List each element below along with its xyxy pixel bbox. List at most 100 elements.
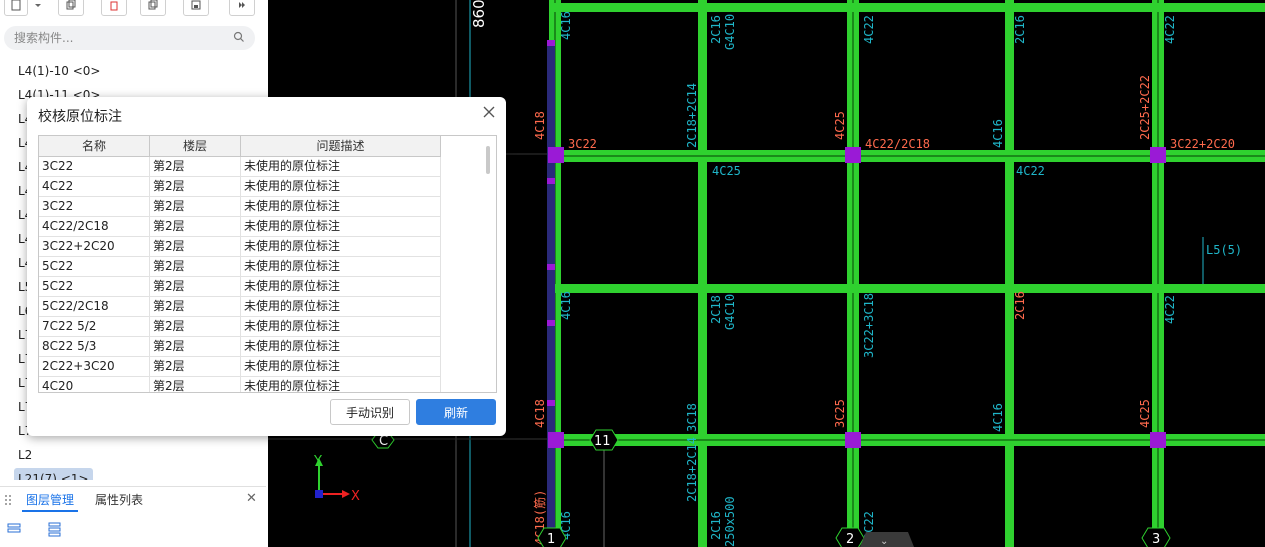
table-row[interactable]: 4C22/2C18 第2层 未使用的原位标注: [39, 217, 441, 237]
grip-icon[interactable]: [4, 494, 12, 506]
column: [548, 147, 564, 163]
beam-label: 2C18+2C14: [685, 83, 699, 148]
wall-marker: [547, 400, 555, 406]
copy-icon[interactable]: [58, 0, 84, 16]
cell-floor: 第2层: [150, 157, 241, 176]
table-header: 名称 楼层 问题描述: [39, 136, 441, 157]
cell-issue: 未使用的原位标注: [241, 157, 441, 176]
list-item[interactable]: L2: [14, 444, 36, 466]
cell-name: 5C22: [39, 277, 150, 296]
column: [1150, 432, 1166, 448]
beam: [698, 0, 707, 547]
beam-label: 4C22: [1163, 295, 1177, 324]
tab-property-list[interactable]: 属性列表: [95, 491, 143, 508]
grid-label: 3: [1152, 532, 1160, 547]
beam-label: 2C25+2C22: [1138, 75, 1152, 140]
beam-label: 4C16: [991, 119, 1005, 148]
table-row[interactable]: 7C22 5/2 第2层 未使用的原位标注: [39, 317, 441, 337]
layer-list-icon[interactable]: [46, 520, 64, 538]
more-icon[interactable]: [229, 0, 255, 16]
beam-label: 4C16: [559, 11, 573, 40]
wall-marker: [547, 320, 555, 326]
table-row[interactable]: 3C22+2C20 第2层 未使用的原位标注: [39, 237, 441, 257]
beam-label: 3C22+2C20: [1170, 137, 1235, 151]
column-header-issue[interactable]: 问题描述: [241, 136, 441, 156]
table-row[interactable]: 3C22 第2层 未使用的原位标注: [39, 157, 441, 177]
beam-label: 4C22/2C18: [865, 137, 930, 151]
cell-floor: 第2层: [150, 317, 241, 336]
beam-label: 2C18+2C14: [685, 437, 699, 502]
cell-name: 7C22 5/2: [39, 317, 150, 336]
cell-issue: 未使用的原位标注: [241, 317, 441, 336]
cell-floor: 第2层: [150, 297, 241, 316]
chevron-down-icon[interactable]: ⌄: [880, 536, 888, 547]
table-row[interactable]: 3C22 第2层 未使用的原位标注: [39, 197, 441, 217]
column-header-name[interactable]: 名称: [39, 136, 150, 156]
axis-gizmo: Y X: [313, 454, 360, 504]
table-row[interactable]: 5C22 第2层 未使用的原位标注: [39, 277, 441, 297]
grid-bubble-3: 3: [1141, 527, 1171, 547]
grid-bubble-2: 2: [835, 527, 865, 547]
beam-label: 2C16: [709, 511, 723, 540]
cell-name: 3C22: [39, 157, 150, 176]
layer-eye-icon[interactable]: [6, 520, 24, 538]
cell-name: 5C22/2C18: [39, 297, 150, 316]
active-tab-indicator: [22, 510, 78, 512]
grid-label: 11: [594, 434, 611, 449]
table-row[interactable]: 5C22 第2层 未使用的原位标注: [39, 257, 441, 277]
table-row[interactable]: 4C20 第2层 未使用的原位标注: [39, 377, 441, 392]
column-header-floor[interactable]: 楼层: [150, 136, 241, 156]
chevron-down-icon[interactable]: [30, 0, 46, 16]
column: [1150, 147, 1166, 163]
cell-issue: 未使用的原位标注: [241, 297, 441, 316]
new-icon[interactable]: [4, 0, 28, 16]
cell-issue: 未使用的原位标注: [241, 257, 441, 276]
close-icon[interactable]: ✕: [246, 491, 257, 506]
duplicate-icon[interactable]: [140, 0, 166, 16]
delete-icon[interactable]: [101, 0, 127, 16]
manual-identify-button[interactable]: 手动识别: [330, 399, 410, 425]
axis-x-label: X: [351, 489, 360, 504]
grid-bubble-11: 11: [589, 429, 619, 451]
cell-floor: 第2层: [150, 177, 241, 196]
cell-issue: 未使用的原位标注: [241, 357, 441, 376]
save-icon[interactable]: [183, 0, 209, 16]
table-row[interactable]: 2C22+3C20 第2层 未使用的原位标注: [39, 357, 441, 377]
beam-label: 4C18: [533, 399, 547, 428]
cell-name: 3C22: [39, 197, 150, 216]
column: [548, 432, 564, 448]
beam: [549, 284, 1265, 293]
beam-label: 4C22: [1163, 15, 1177, 44]
cell-name: 4C20: [39, 377, 150, 392]
cell-floor: 第2层: [150, 337, 241, 356]
grid-label: 1: [547, 532, 555, 547]
tab-layer-management[interactable]: 图层管理: [26, 491, 74, 508]
table-row[interactable]: 8C22 5/3 第2层 未使用的原位标注: [39, 337, 441, 357]
axis-y-label: Y: [313, 454, 322, 469]
beam-label: 2C16: [1013, 15, 1027, 44]
grid-label: C: [379, 434, 388, 449]
beam-label: 2C16: [1013, 291, 1027, 320]
close-icon[interactable]: [482, 105, 496, 119]
beam-label: L5(5): [1206, 243, 1242, 257]
cell-name: 4C22/2C18: [39, 217, 150, 236]
refresh-button[interactable]: 刷新: [416, 399, 496, 425]
table-row[interactable]: 4C22 第2层 未使用的原位标注: [39, 177, 441, 197]
grid-bubble-1: 1: [537, 527, 567, 547]
cell-name: 8C22 5/3: [39, 337, 150, 356]
issue-table: 名称 楼层 问题描述 3C22 第2层 未使用的原位标注 4C22 第2层 未使用的原位标…: [38, 135, 497, 393]
search-icon[interactable]: [233, 31, 245, 43]
search-input[interactable]: [14, 30, 214, 46]
beam-label: 4C22: [1016, 164, 1045, 178]
bottom-tabs: 图层管理 属性列表 ✕: [0, 486, 266, 513]
cell-floor: 第2层: [150, 237, 241, 256]
beam-label: 4C25: [1138, 399, 1152, 428]
cell-issue: 未使用的原位标注: [241, 217, 441, 236]
list-item[interactable]: L4(1)-10 <0>: [14, 60, 104, 82]
table-row[interactable]: 5C22/2C18 第2层 未使用的原位标注: [39, 297, 441, 317]
beam-label: 4C25: [833, 111, 847, 140]
beam-label: G4C10: [723, 294, 737, 330]
scrollbar[interactable]: [486, 146, 490, 174]
beam-label: 2C18: [709, 295, 723, 324]
list-item[interactable]: L21(7) <1>: [14, 468, 93, 480]
